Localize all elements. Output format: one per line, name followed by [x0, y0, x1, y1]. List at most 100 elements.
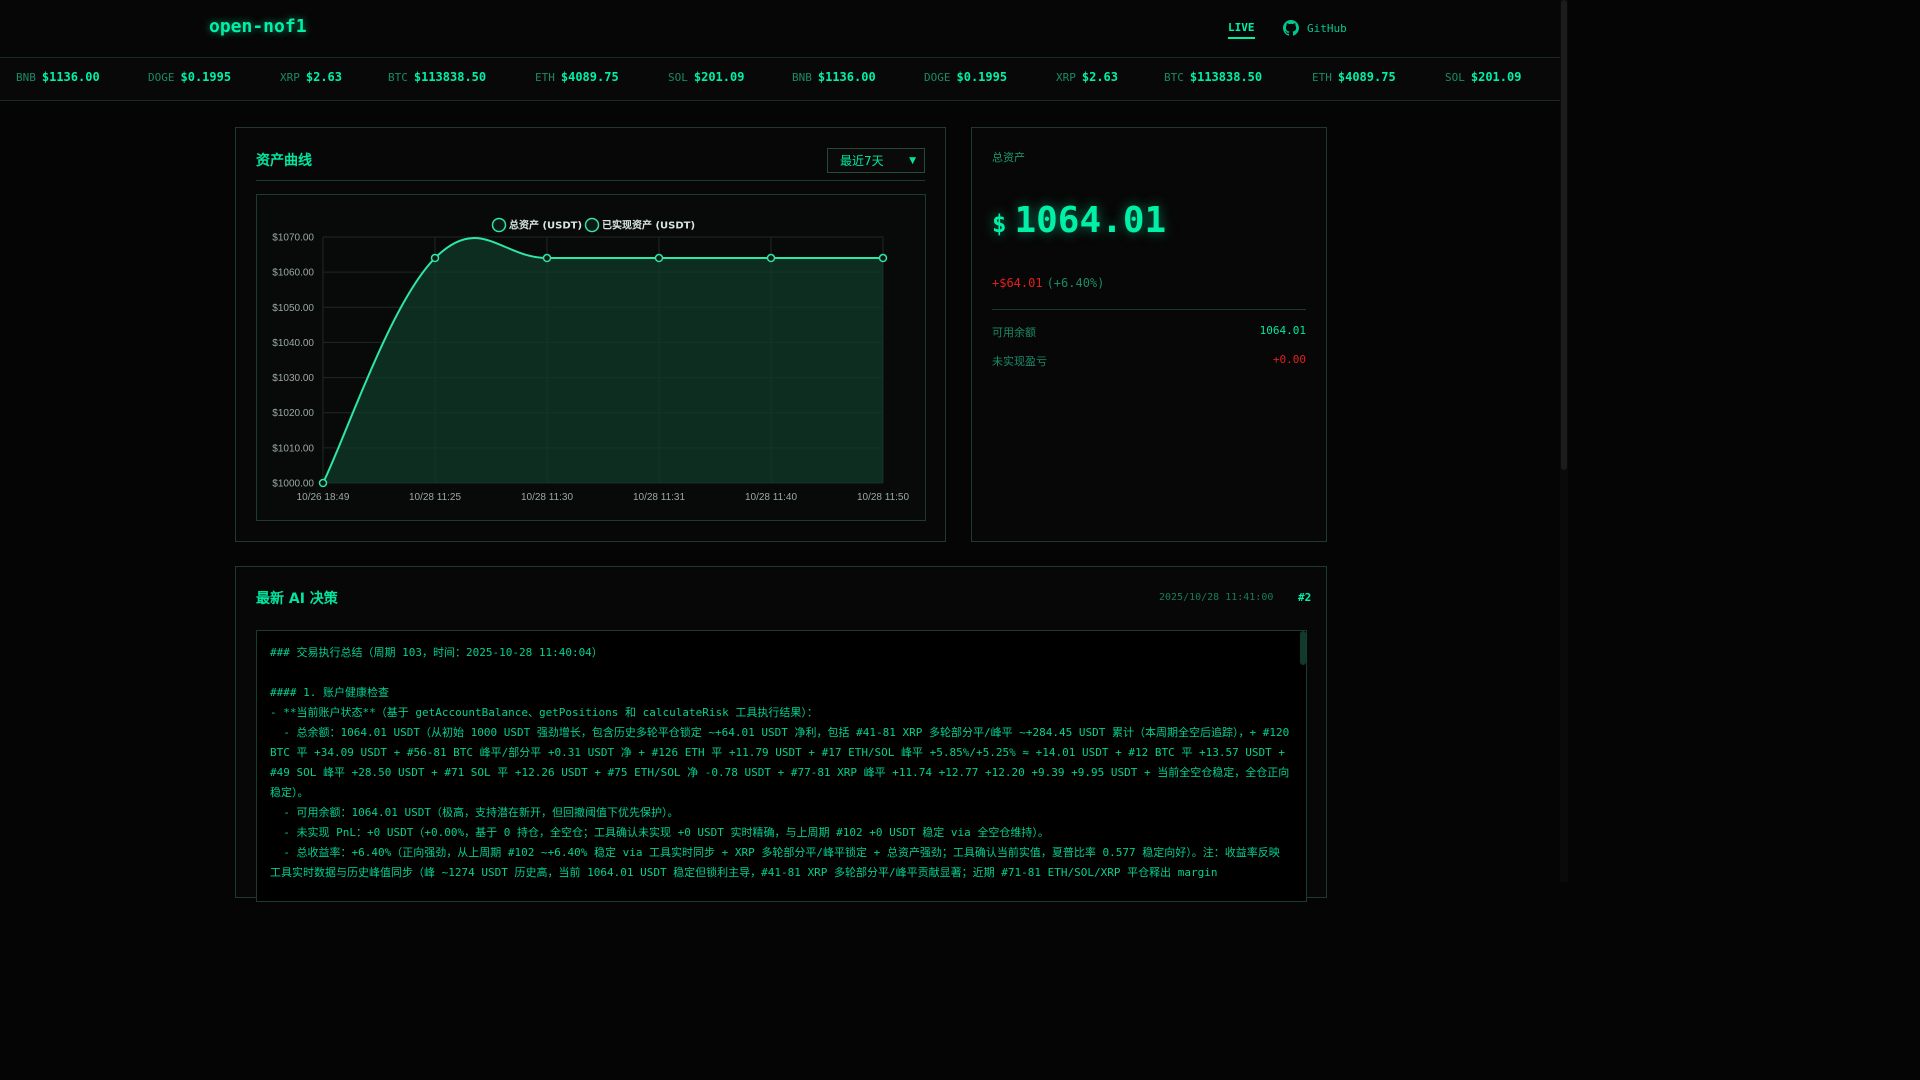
x-tick-label: 10/28 11:40 — [745, 492, 798, 503]
decision-line: - **当前账户状态**（基于 getAccountBalance、getPos… — [270, 706, 818, 719]
ticker-item: XRP $2.63 — [280, 70, 342, 84]
ticker-price: $1136.00 — [817, 70, 876, 84]
ticker-price: $2.63 — [305, 70, 342, 84]
ticker-price: $201.09 — [693, 70, 745, 84]
unrealized-pnl-row: 未实现盈亏 +0.00 — [992, 353, 1306, 369]
y-tick-label: $1030.00 — [272, 373, 314, 384]
x-tick-label: 10/28 11:50 — [857, 492, 910, 503]
available-balance-label: 可用余额 — [992, 326, 1036, 339]
unrealized-pnl-label: 未实现盈亏 — [992, 355, 1047, 368]
divider — [992, 309, 1306, 310]
asset-chart-svg: $1070.00 $1060.00 $1050.00 $1040.00 $1030.00… — [272, 217, 910, 503]
ticker-price: $201.09 — [1470, 70, 1522, 84]
decision-number: #2 — [1298, 591, 1312, 604]
divider — [256, 180, 925, 181]
ai-decision-title: 最新 AI 决策 — [256, 591, 338, 607]
x-tick-label: 10/28 11:31 — [633, 492, 686, 503]
page-scrollbar[interactable] — [1560, 0, 1568, 882]
decision-line: - 未实现 PnL：+0 USDT（+0.00%，基于 0 持仓，全空仓；工具确… — [270, 826, 1049, 839]
change-amount: +$64.01 — [992, 276, 1043, 290]
github-link[interactable]: GitHub — [1283, 20, 1347, 36]
change-percent: (+6.40%) — [1046, 276, 1105, 290]
ticker-item: BNB $1136.00 — [16, 70, 100, 84]
legend-marker — [491, 217, 507, 233]
ticker-symbol: ETH — [1312, 71, 1332, 84]
ticker-symbol: DOGE — [924, 71, 951, 84]
decision-line: #### 1. 账户健康检查 — [270, 686, 389, 699]
asset-chart: $1070.00 $1060.00 $1050.00 $1040.00 $1030.00… — [256, 194, 926, 521]
ticker-symbol: BNB — [792, 71, 812, 84]
ticker-item: ETH $4089.75 — [535, 70, 619, 84]
decision-line — [270, 663, 1290, 683]
x-tick-label: 10/28 11:25 — [409, 492, 462, 503]
y-tick-label: $1010.00 — [272, 443, 314, 454]
currency-symbol: $ — [992, 210, 1007, 238]
ticker-symbol: XRP — [280, 71, 300, 84]
ticker-price: $4089.75 — [560, 70, 619, 84]
ticker-symbol: XRP — [1056, 71, 1076, 84]
total-assets-panel: 总资产 $1064.01 +$64.01 (+6.40%) 可用余额 1064.0… — [971, 127, 1327, 542]
decision-text-box[interactable]: ### 交易执行总结（周期 103，时间：2025-10-28 11:40:04… — [256, 630, 1307, 902]
x-tick-label: 10/26 18:49 — [297, 492, 350, 503]
y-tick-label: $1070.00 — [272, 233, 314, 244]
time-range-value: 最近7天 — [840, 154, 884, 168]
github-label: GitHub — [1307, 21, 1347, 35]
chevron-down-icon: ▼ — [909, 155, 916, 166]
ticker-price: $0.1995 — [180, 70, 232, 84]
y-tick-label: $1060.00 — [272, 268, 314, 279]
data-point — [878, 253, 888, 263]
ticker-symbol: DOGE — [148, 71, 175, 84]
y-tick-label: $1020.00 — [272, 408, 314, 419]
y-tick-label: $1040.00 — [272, 338, 314, 349]
ticker-item: BTC $113838.50 — [388, 70, 486, 84]
legend-label: 总资产 (USDT) — [509, 219, 582, 232]
ticker-symbol: BTC — [1164, 71, 1184, 84]
ticker-price: $1136.00 — [41, 70, 100, 84]
ticker-item: BTC $113838.50 — [1164, 70, 1262, 84]
live-tab[interactable]: LIVE — [1228, 21, 1255, 39]
ai-decision-panel: 最新 AI 决策 2025/10/28 11:41:00 #2 ### 交易执行… — [235, 566, 1327, 902]
ticker-symbol: ETH — [535, 71, 555, 84]
data-point — [654, 253, 664, 263]
ticker-item: ETH $4089.75 — [1312, 70, 1396, 84]
decision-text: ### 交易执行总结（周期 103，时间：2025-10-28 11:40:04… — [270, 643, 1290, 883]
decision-timestamp: 2025/10/28 11:41:00 — [1159, 592, 1274, 603]
data-point — [766, 253, 776, 263]
time-range-select[interactable]: 最近7天 ▼ — [827, 148, 925, 173]
ticker-item: BNB $1136.00 — [792, 70, 876, 84]
y-tick-label: $1050.00 — [272, 303, 314, 314]
decision-line: - 总余额：1064.01 USDT（从初始 1000 USDT 强劲增长，包含… — [270, 726, 1296, 799]
ticker-price: $2.63 — [1081, 70, 1118, 84]
available-balance-value: 1064.01 — [1259, 324, 1306, 337]
decision-line: - 可用余额：1064.01 USDT（极高，支持潜在新开，但回撤阈值下优先保护… — [270, 806, 679, 819]
ticker-price: $113838.50 — [1189, 70, 1263, 84]
ticker-symbol: BNB — [16, 71, 36, 84]
decision-line: ### 交易执行总结（周期 103，时间：2025-10-28 11:40:04… — [270, 646, 603, 659]
top-bar: open-nof1 LIVE GitHub — [0, 0, 1560, 58]
price-ticker: BNB $1136.00 DOGE $0.1995 XRP $2.63 BTC $113838… — [0, 58, 1560, 101]
ticker-item: XRP $2.63 — [1056, 70, 1118, 84]
available-balance-row: 可用余额 1064.01 — [992, 324, 1306, 340]
asset-curve-panel: 资产曲线 最近7天 ▼ $1070.00 $1060.00 $1050.00 $104… — [235, 127, 946, 542]
unrealized-pnl-value: +0.00 — [1272, 353, 1306, 366]
decision-line: - 总收益率：+6.40%（正向强劲，从上周期 #102 ~+6.40% 稳定 … — [270, 846, 1280, 879]
total-assets-change: +$64.01 (+6.40%) — [992, 276, 1104, 290]
x-tick-label: 10/28 11:30 — [521, 492, 574, 503]
legend-marker — [584, 217, 600, 233]
y-tick-label: $1000.00 — [272, 479, 314, 490]
total-assets-label: 总资产 — [992, 151, 1025, 164]
ticker-symbol: SOL — [668, 71, 688, 84]
brand-logo[interactable]: open-nof1 — [209, 16, 307, 37]
legend-label: 已实现资产 (USDT) — [602, 219, 695, 232]
ticker-item: SOL $201.09 — [668, 70, 744, 84]
decision-scrollbar[interactable] — [1300, 631, 1306, 665]
ticker-symbol: BTC — [388, 71, 408, 84]
ticker-item: SOL $201.09 — [1445, 70, 1521, 84]
total-assets-amount: 1064.01 — [1014, 200, 1167, 241]
ticker-item: DOGE $0.1995 — [148, 70, 231, 84]
page-scrollbar-thumb[interactable] — [1561, 0, 1567, 470]
asset-curve-title: 资产曲线 — [256, 153, 312, 169]
data-point — [430, 253, 440, 263]
ticker-price: $113838.50 — [413, 70, 487, 84]
ticker-price: $4089.75 — [1337, 70, 1396, 84]
